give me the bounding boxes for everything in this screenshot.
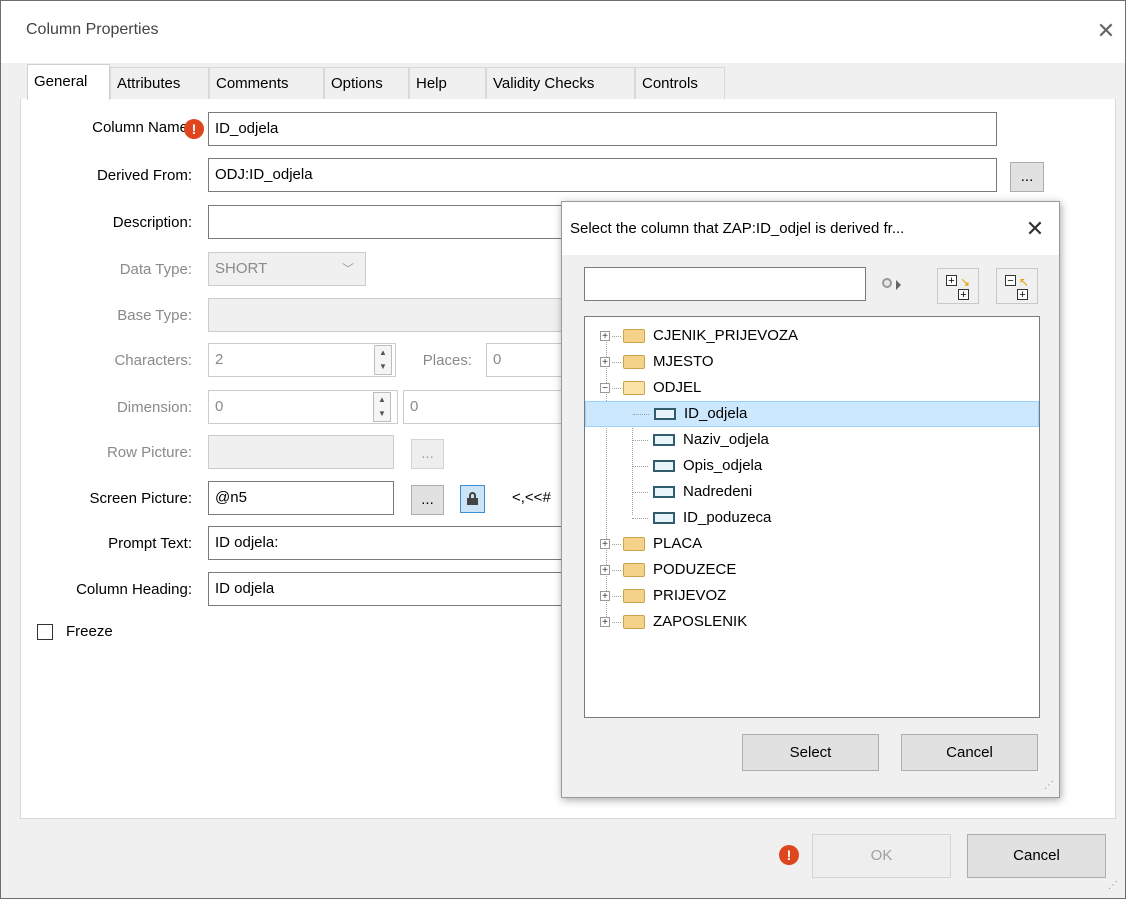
folder-icon	[623, 537, 645, 551]
expand-icon[interactable]: +	[600, 357, 610, 368]
screen-picture-browse-button[interactable]: ...	[411, 485, 444, 515]
row-picture-label: Row Picture:	[106, 444, 192, 461]
freeze-label: Freeze	[66, 623, 113, 640]
expand-icon[interactable]: +	[600, 539, 610, 550]
tree-item-mjesto[interactable]: + MJESTO	[585, 349, 1041, 375]
resize-grip[interactable]: ⋰	[1108, 880, 1118, 891]
dimension-field[interactable]: 0	[208, 390, 398, 424]
tree-item-cjenik-prijevoza[interactable]: + CJENIK_PRIJEVOZA	[585, 323, 1041, 349]
cancel-button[interactable]: Cancel	[967, 834, 1106, 878]
tree-item-poduzece[interactable]: + PODUZECE	[585, 557, 1041, 583]
tree-item-odjel[interactable]: − ODJEL	[585, 375, 1041, 401]
column-name-label: Column Name	[92, 119, 188, 136]
folder-icon	[623, 355, 645, 369]
dimension-spinner[interactable]: ▲ ▼	[373, 392, 391, 422]
derived-from-browse-button[interactable]: ...	[1010, 162, 1044, 192]
lock-button[interactable]	[460, 485, 485, 513]
tree-item-id-poduzeca[interactable]: ID_poduzeca	[585, 505, 1041, 531]
column-tree[interactable]: + CJENIK_PRIJEVOZA + MJESTO − ODJEL ID_o…	[584, 316, 1040, 718]
tree-item-nadredeni[interactable]: Nadredeni	[585, 479, 1041, 505]
lock-icon	[467, 492, 478, 505]
base-type-label: Base Type:	[117, 307, 192, 324]
prompt-text-field[interactable]: ID odjela:	[208, 526, 568, 560]
tab-general[interactable]: General	[27, 64, 110, 100]
row-picture-field[interactable]	[208, 435, 394, 469]
tab-validity-checks[interactable]: Validity Checks	[486, 67, 635, 100]
folder-icon	[623, 329, 645, 343]
error-icon: !	[779, 845, 799, 865]
column-heading-label: Column Heading:	[76, 581, 192, 598]
chevron-down-icon: ﹀	[342, 262, 355, 276]
tree-item-naziv-odjela[interactable]: Naziv_odjela	[585, 427, 1041, 453]
derived-from-field[interactable]: ODJ:ID_odjela	[208, 158, 997, 192]
characters-field[interactable]: 2	[208, 343, 396, 377]
collapse-all-icon: −	[1005, 275, 1016, 287]
title-bar	[1, 1, 1125, 63]
freeze-checkbox[interactable]	[37, 624, 53, 640]
folder-icon	[623, 563, 645, 577]
tab-options[interactable]: Options	[324, 67, 409, 100]
dimension-field-2[interactable]: 0	[403, 390, 568, 424]
dialog-cancel-button[interactable]: Cancel	[901, 734, 1038, 771]
dialog-select-button[interactable]: Select	[742, 734, 879, 771]
column-heading-field[interactable]: ID odjela	[208, 572, 568, 606]
ok-button[interactable]: OK	[812, 834, 951, 878]
tab-help[interactable]: Help	[409, 67, 486, 100]
select-column-dialog: Select the column that ZAP:ID_odjel is d…	[561, 201, 1060, 798]
dialog-search-input[interactable]	[584, 267, 866, 301]
tab-comments[interactable]: Comments	[209, 67, 324, 100]
tree-item-opis-odjela[interactable]: Opis_odjela	[585, 453, 1041, 479]
screen-picture-label: Screen Picture:	[89, 490, 192, 507]
folder-icon	[623, 615, 645, 629]
tab-attributes[interactable]: Attributes	[110, 67, 209, 100]
tree-item-placa[interactable]: + PLACA	[585, 531, 1041, 557]
expand-all-button[interactable]: + ↘ +	[937, 268, 979, 304]
resize-grip[interactable]: ⋰	[1044, 780, 1054, 791]
characters-spinner[interactable]: ▲ ▼	[374, 345, 392, 375]
data-type-label: Data Type:	[119, 261, 192, 278]
description-field[interactable]	[208, 205, 568, 239]
screen-picture-extra-text: <,<<#	[512, 489, 551, 506]
close-icon[interactable]: ✕	[1095, 20, 1117, 42]
expand-all-icon: +	[946, 275, 957, 287]
dialog-title: Select the column that ZAP:ID_odjel is d…	[570, 220, 905, 237]
folder-icon	[623, 589, 645, 603]
collapse-icon[interactable]: −	[600, 383, 610, 394]
expand-icon[interactable]: +	[600, 617, 610, 628]
tab-controls[interactable]: Controls	[635, 67, 725, 100]
tree-item-id-odjela[interactable]: ID_odjela	[585, 401, 1039, 427]
column-icon	[653, 460, 675, 472]
close-icon[interactable]: ✕	[1024, 218, 1046, 240]
column-icon	[653, 486, 675, 498]
prompt-text-label: Prompt Text:	[108, 535, 192, 552]
description-label: Description:	[112, 214, 192, 231]
column-icon	[653, 512, 675, 524]
expand-icon[interactable]: +	[600, 565, 610, 576]
tree-item-zaposlenik[interactable]: + ZAPOSLENIK	[585, 609, 1041, 635]
row-picture-browse-button[interactable]: ...	[411, 439, 444, 469]
folder-open-icon	[623, 381, 645, 395]
window-title: Column Properties	[26, 21, 159, 38]
base-type-field[interactable]	[208, 298, 568, 332]
error-icon: !	[184, 119, 204, 139]
column-icon	[653, 434, 675, 446]
collapse-all-button[interactable]: − ↖ +	[996, 268, 1038, 304]
screen-picture-field[interactable]: @n5	[208, 481, 394, 515]
column-name-field[interactable]: ID_odjela	[208, 112, 997, 146]
search-next-icon[interactable]	[880, 276, 902, 296]
expand-icon[interactable]: +	[600, 591, 610, 602]
places-field[interactable]: 0	[486, 343, 568, 377]
places-label: Places:	[422, 352, 472, 369]
derived-from-label: Derived From:	[96, 167, 192, 184]
dimension-label: Dimension:	[116, 399, 192, 416]
expand-icon[interactable]: +	[600, 331, 610, 342]
column-icon	[654, 408, 676, 420]
tree-item-prijevoz[interactable]: + PRIJEVOZ	[585, 583, 1041, 609]
characters-label: Characters:	[114, 352, 192, 369]
